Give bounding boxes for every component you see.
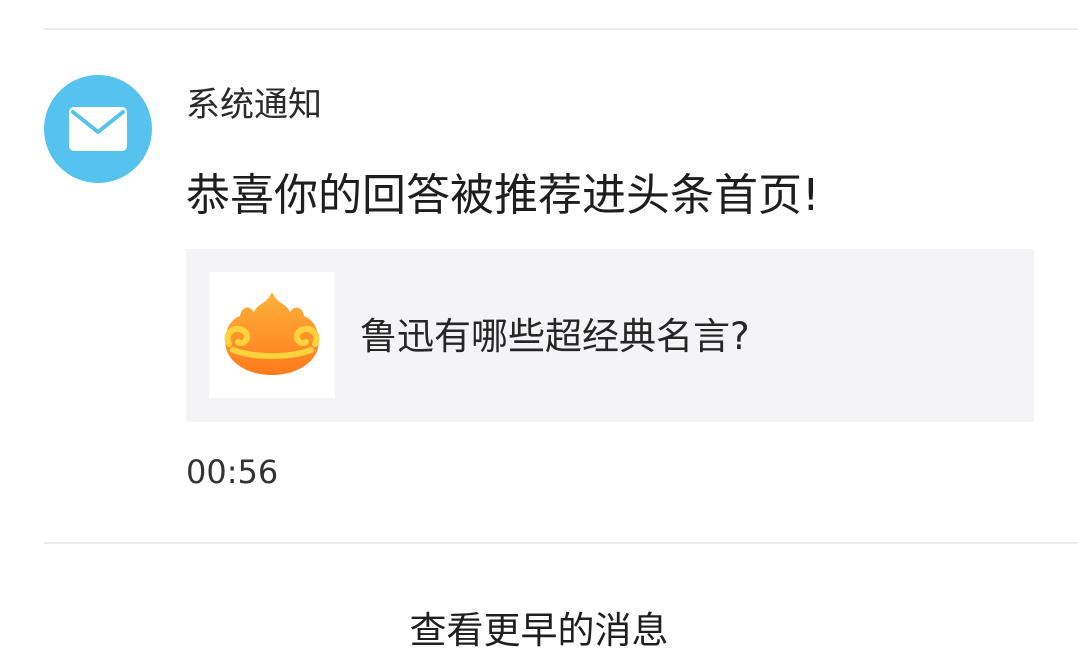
- question-title: 鲁迅有哪些超经典名言?: [360, 315, 750, 358]
- notification-time: 00:56: [186, 453, 279, 491]
- system-notice-avatar[interactable]: [44, 75, 152, 183]
- flame-logo-icon: [224, 292, 320, 375]
- view-earlier-messages-button[interactable]: 查看更早的消息: [0, 606, 1078, 656]
- mail-icon: [69, 107, 127, 151]
- notification-headline: 恭喜你的回答被推荐进头条首页!: [186, 170, 820, 221]
- question-thumbnail: [209, 272, 335, 398]
- top-divider: [44, 28, 1078, 30]
- question-card[interactable]: 鲁迅有哪些超经典名言?: [186, 249, 1034, 422]
- sender-name: 系统通知: [186, 85, 322, 125]
- bottom-divider: [44, 542, 1078, 544]
